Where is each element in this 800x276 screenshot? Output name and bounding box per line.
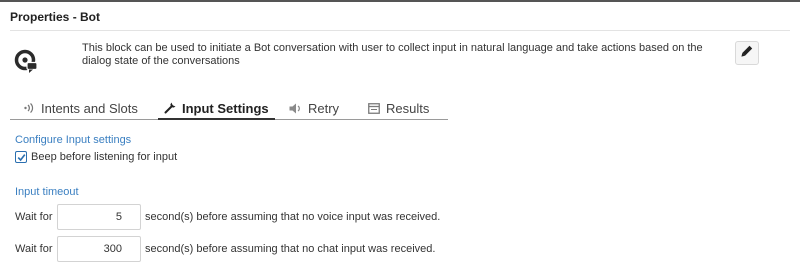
beep-label: Beep before listening for input (31, 151, 178, 163)
voice-timeout-input[interactable] (57, 204, 141, 230)
tab-input-settings[interactable]: Input Settings (158, 97, 275, 120)
wrench-icon (164, 102, 176, 114)
tab-label: Input Settings (182, 100, 269, 116)
configure-input-settings-heading: Configure Input settings (15, 134, 132, 146)
tab-retry[interactable]: Retry (289, 97, 339, 119)
tab-label: Retry (308, 100, 340, 116)
tab-results[interactable]: Results (368, 97, 429, 119)
pencil-icon (741, 44, 753, 62)
beep-option: Beep before listening for input (15, 151, 177, 163)
tab-label: Results (386, 100, 430, 116)
chat-timeout-description: second(s) before assuming that no chat i… (145, 243, 436, 255)
wait-for-label: Wait for (15, 211, 53, 223)
checkmark-icon (17, 153, 25, 161)
top-border (0, 0, 800, 2)
form-icon (368, 102, 380, 114)
bot-chat-icon (14, 49, 40, 75)
chat-timeout-row: Wait for second(s) before assuming that … (15, 236, 435, 262)
wait-for-label: Wait for (15, 243, 53, 255)
tab-label: Intents and Slots (41, 100, 138, 116)
voice-timeout-description: second(s) before assuming that no voice … (145, 211, 441, 223)
signal-icon (24, 103, 35, 113)
edit-button[interactable] (735, 41, 759, 65)
tab-bar: Intents and Slots Input Settings Retry R… (10, 97, 448, 120)
title-divider (10, 30, 790, 31)
voice-timeout-row: Wait for second(s) before assuming that … (15, 204, 440, 230)
tab-intents-and-slots[interactable]: Intents and Slots (24, 97, 138, 119)
chat-timeout-input[interactable] (57, 236, 141, 262)
input-timeout-heading: Input timeout (15, 186, 79, 198)
panel-title: Properties - Bot (10, 10, 101, 24)
beep-checkbox[interactable] (15, 151, 27, 163)
speaker-icon (289, 103, 302, 114)
block-description: This block can be used to initiate a Bot… (82, 42, 703, 67)
